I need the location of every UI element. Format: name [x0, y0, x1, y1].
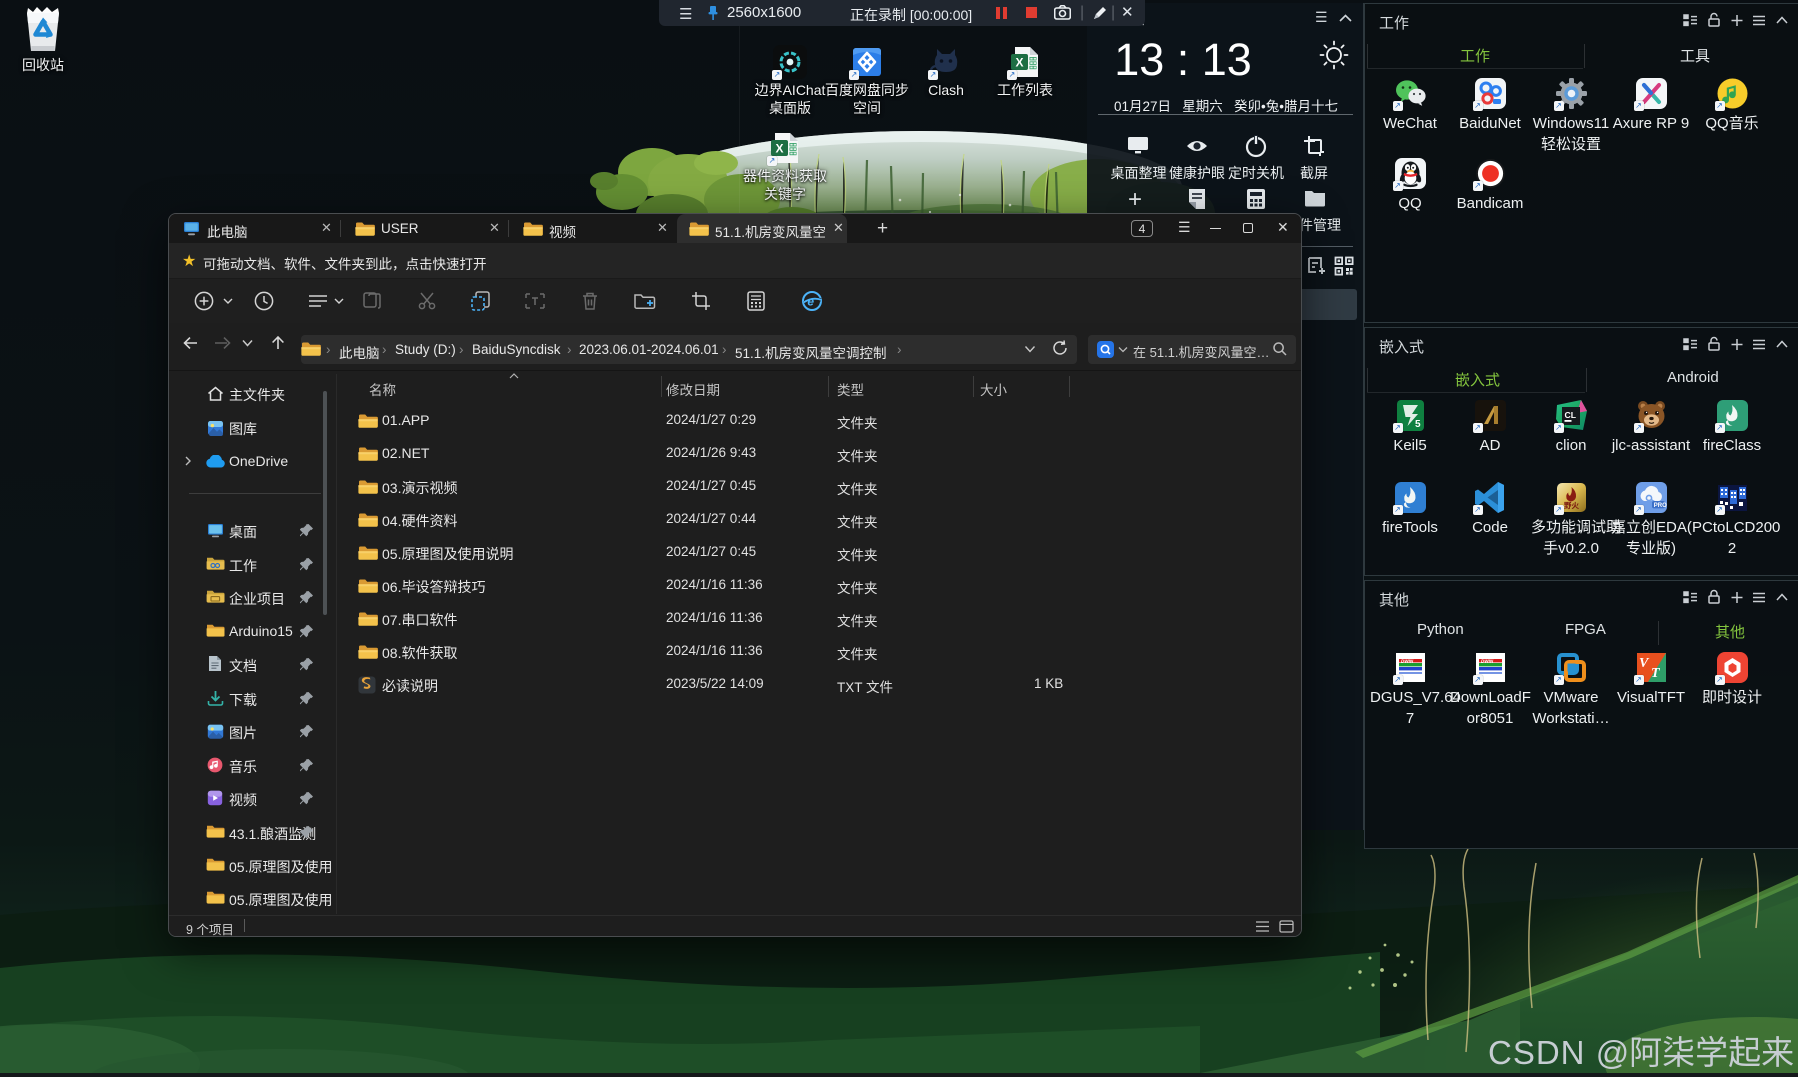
svg-text:X: X: [1015, 56, 1023, 70]
svg-text:DWIN: DWIN: [1401, 658, 1414, 663]
svg-text:X: X: [775, 142, 783, 156]
svg-text:T: T: [1651, 666, 1661, 681]
svg-text:DWIN: DWIN: [1481, 658, 1494, 663]
svg-text:CL: CL: [1564, 410, 1575, 420]
svg-text:PRO: PRO: [1653, 503, 1666, 509]
svg-text:5: 5: [1415, 419, 1421, 430]
svg-text:野火: 野火: [1564, 501, 1580, 510]
svg-text:e: e: [807, 295, 814, 309]
